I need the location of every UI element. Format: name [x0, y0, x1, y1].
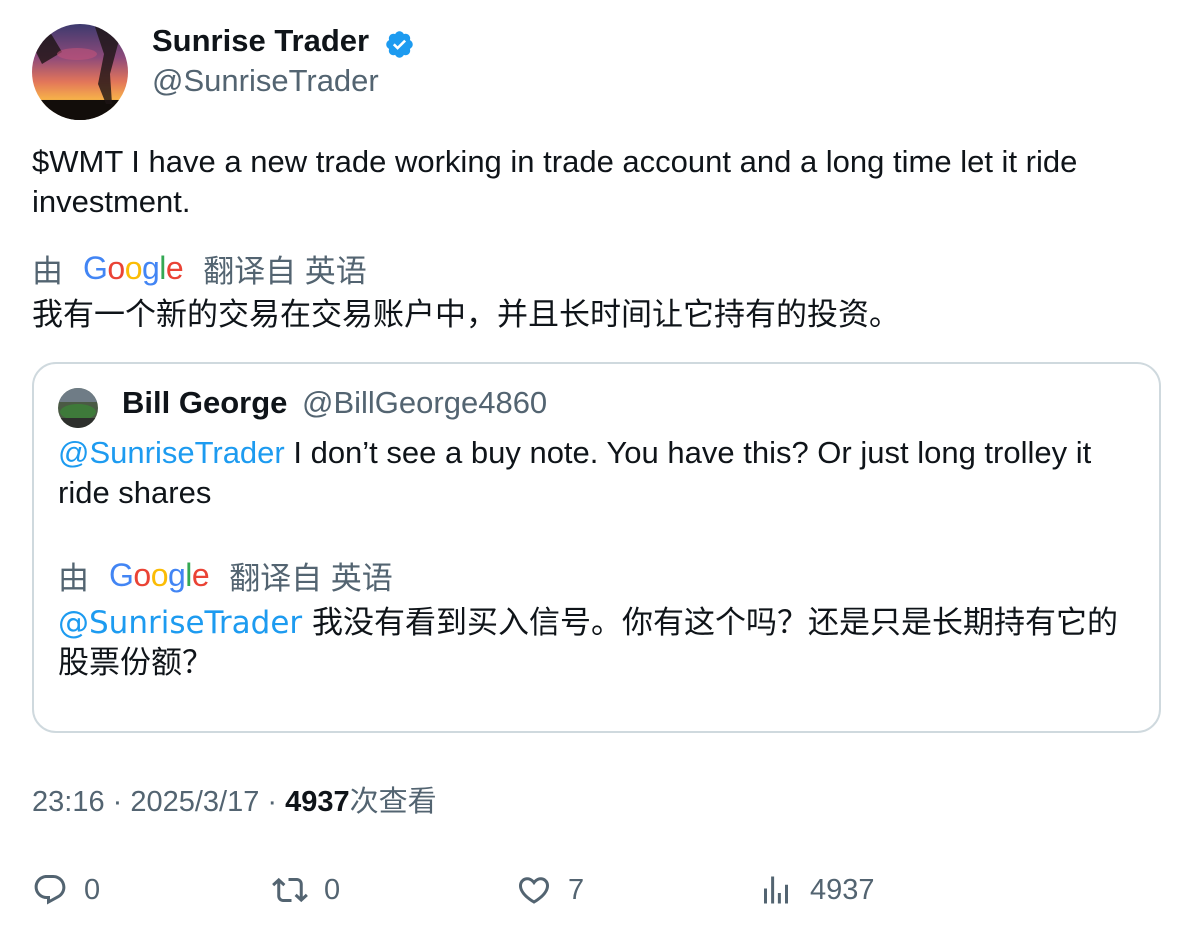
- retweet-icon: [272, 877, 308, 903]
- reply-icon: [34, 875, 66, 905]
- author-handle[interactable]: @SunriseTrader: [152, 62, 379, 100]
- translation-attribution[interactable]: 由 Google 翻译自 英语: [32, 248, 367, 289]
- retweet-count: 0: [324, 873, 341, 906]
- stadium-avatar-image: [58, 388, 98, 428]
- meta-separator: ·: [104, 786, 131, 818]
- reply-count: 0: [84, 873, 101, 906]
- like-count: 7: [568, 873, 585, 906]
- mention-link[interactable]: @SunriseTrader: [58, 435, 285, 470]
- views-count: 4937: [285, 786, 350, 818]
- tweet-date[interactable]: 2025/3/17: [130, 786, 259, 818]
- quote-translation-attribution[interactable]: 由 Google 翻译自 英语: [58, 555, 393, 596]
- views-chart-icon: [764, 876, 788, 904]
- views-label: 次查看: [349, 786, 437, 818]
- quote-translated-text: @SunriseTrader 我没有看到买入信号。你有这个吗？还是只是长期持有它…: [58, 603, 1143, 683]
- quote-tweet-text: @SunriseTrader I don’t see a buy note. Y…: [58, 433, 1143, 513]
- quote-author-handle: @BillGeorge4860: [302, 385, 548, 420]
- author-name[interactable]: Sunrise Trader: [152, 22, 369, 60]
- verified-badge-icon: [384, 29, 415, 60]
- tweet-time[interactable]: 23:16: [32, 786, 105, 818]
- translate-prefix: 由: [58, 560, 89, 596]
- tweet-meta: 23:16 · 2025/3/17 · 4937次查看: [32, 782, 437, 822]
- google-logo: Google: [83, 249, 184, 286]
- meta-separator: ·: [259, 786, 286, 818]
- quote-author-avatar: [58, 388, 98, 428]
- like-button[interactable]: 7: [516, 868, 584, 912]
- tweet-text: $WMT I have a new trade working in trade…: [32, 144, 1078, 219]
- translate-suffix: 翻译自 英语: [229, 560, 393, 596]
- google-logo: Google: [109, 556, 210, 593]
- translate-prefix: 由: [32, 253, 63, 289]
- views-button[interactable]: 4937: [758, 868, 875, 912]
- translate-suffix: 翻译自 英语: [203, 253, 367, 289]
- quote-author-name: Bill George: [122, 385, 288, 420]
- retweet-button[interactable]: 0: [272, 868, 340, 912]
- mention-link[interactable]: @SunriseTrader: [58, 605, 302, 641]
- author-avatar[interactable]: [32, 24, 128, 120]
- heart-icon: [518, 877, 550, 904]
- reply-button[interactable]: 0: [32, 868, 100, 912]
- sunset-avatar-image: [32, 24, 128, 120]
- translated-tweet-text: 我有一个新的交易在交易账户中，并且长时间让它持有的投资。: [32, 297, 900, 333]
- views-action-count: 4937: [810, 873, 875, 906]
